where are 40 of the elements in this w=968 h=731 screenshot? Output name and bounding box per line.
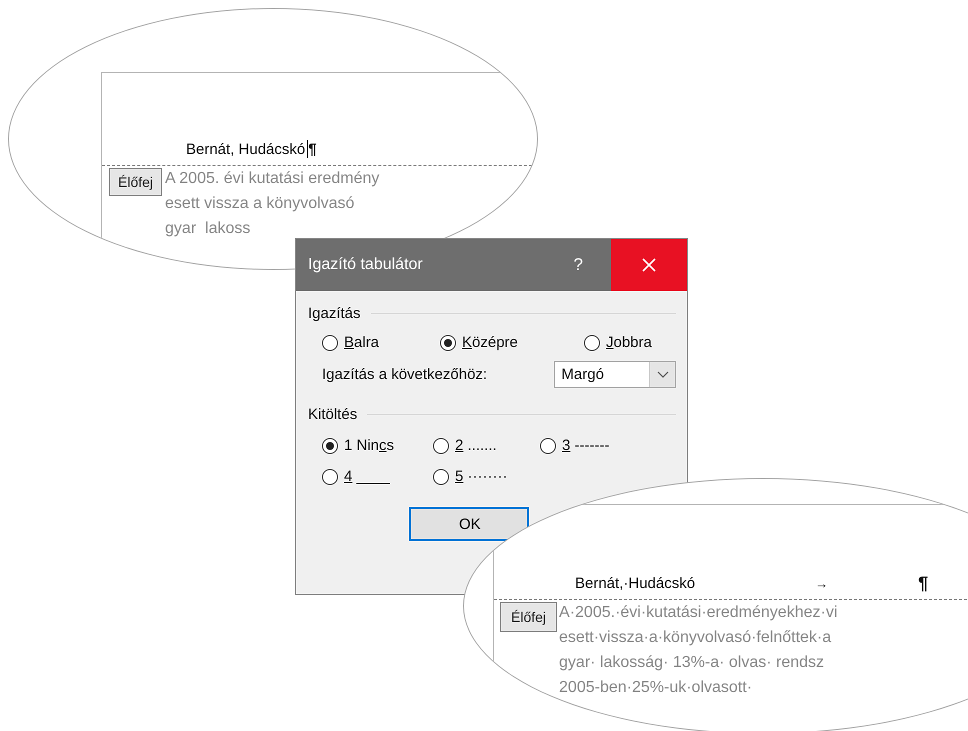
chevron-down-icon [656, 370, 668, 378]
radio-option[interactable]: 5 ········ [433, 468, 508, 485]
header-tag: Élőfej [109, 168, 162, 196]
radio-button[interactable] [322, 334, 338, 350]
header-text: Bernát, Hudácskó [186, 140, 306, 158]
radio-button[interactable] [584, 334, 600, 350]
close-icon [641, 257, 657, 273]
paragraph-mark: ¶ [308, 140, 317, 158]
text-cursor [307, 140, 308, 158]
dropdown[interactable]: Margó [554, 361, 676, 388]
radio-button[interactable] [440, 334, 456, 350]
radio-option[interactable]: Jobbra [584, 334, 652, 351]
radio-button[interactable] [433, 468, 449, 484]
header-tag: Élőfej [500, 602, 558, 632]
ok-button[interactable]: OK [409, 507, 529, 541]
body-text-line: 2005-ben·25%-uk·olvasott· [559, 678, 754, 698]
paragraph-mark: ¶ [918, 572, 928, 594]
tab-mark: → [815, 576, 828, 590]
group-label: Igazítás [308, 305, 361, 322]
radio-option[interactable]: 3 ------- [540, 437, 610, 454]
radio-button[interactable] [540, 438, 556, 454]
radio-option[interactable]: 2 ....... [433, 437, 497, 454]
radio-button[interactable] [322, 438, 338, 454]
dialog-title: Igazító tabulátor [307, 256, 424, 274]
body-text-line: gyar· lakosság· 13%-a· olvas· rendsz [559, 653, 826, 673]
radio-option[interactable]: Balra [322, 334, 380, 351]
body-text-line: esett·vissza·a·könyvolvasó·felnőttek·a [559, 628, 832, 648]
body-text-line: A 2005. évi kutatási eredmény [165, 169, 380, 189]
radio-button[interactable] [322, 468, 338, 484]
body-text-line: esett vissza a könyvolvasó [165, 194, 356, 214]
body-text-line: gyar lakoss [165, 219, 252, 239]
body-text-line: A·2005.·évi·kutatási·eredményekhez·vi [559, 603, 838, 623]
radio-option[interactable]: 4 ____ [322, 468, 390, 485]
group-label: Kitöltés [308, 406, 358, 423]
field-label: Igazítás a következőhöz: [322, 366, 488, 383]
radio-option[interactable]: Középre [440, 334, 518, 351]
radio-button[interactable] [433, 438, 449, 454]
help-button[interactable]: ? [564, 255, 611, 275]
radio-option[interactable]: 1 Nincs [322, 437, 394, 454]
header-text: Bernát,·Hudácskó [575, 574, 696, 592]
